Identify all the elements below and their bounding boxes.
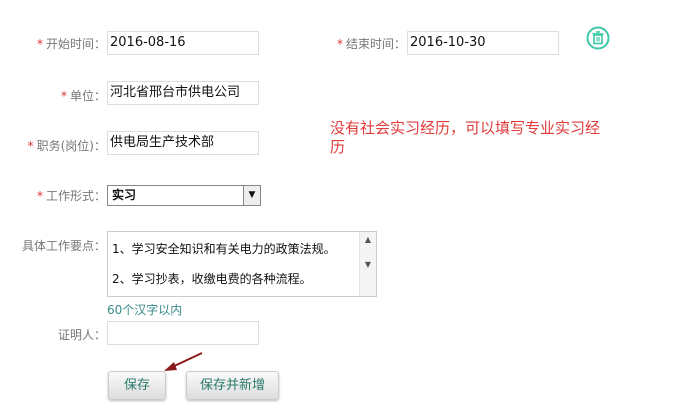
details-textarea[interactable]: 1、学习安全知识和有关电力的政策法规。 2、学习抄表，收缴电费的各种流程。 ▲ ▼ xyxy=(107,231,377,297)
witness-label: 证明人： xyxy=(57,328,106,342)
position-label: * 职务(岗位)： xyxy=(27,139,106,153)
save-button[interactable]: 保存 xyxy=(108,371,166,400)
textarea-scrollbar[interactable]: ▲ ▼ xyxy=(359,232,376,296)
details-label: 具体工作要点： xyxy=(21,239,106,253)
work-type-label: * 工作形式： xyxy=(36,189,106,203)
trash-icon[interactable] xyxy=(586,26,610,50)
end-time-label: * 结束时间： xyxy=(336,37,406,51)
details-line: 1、学习安全知识和有关电力的政策法规。 xyxy=(112,242,336,256)
details-line: 2、学习抄表，收缴电费的各种流程。 xyxy=(112,272,312,286)
unit-label: * 单位： xyxy=(60,89,106,103)
witness-input[interactable] xyxy=(107,321,259,345)
details-hint: 60个汉字以内 xyxy=(107,303,183,317)
position-input[interactable]: 供电局生产技术部 xyxy=(107,131,259,155)
annotation-text: 没有社会实习经历，可以填写专业实习经历 xyxy=(330,119,601,156)
start-time-label: * 开始时间： xyxy=(36,37,106,51)
save-and-new-button[interactable]: 保存并新增 xyxy=(186,371,279,400)
end-time-input[interactable]: 2016-10-30 xyxy=(407,31,559,55)
start-time-input[interactable]: 2016-08-16 xyxy=(107,31,259,55)
work-type-select[interactable]: 实习 ▼ xyxy=(107,185,261,206)
chevron-down-icon[interactable]: ▼ xyxy=(243,186,260,205)
unit-input[interactable]: 河北省邢台市供电公司 xyxy=(107,81,259,105)
